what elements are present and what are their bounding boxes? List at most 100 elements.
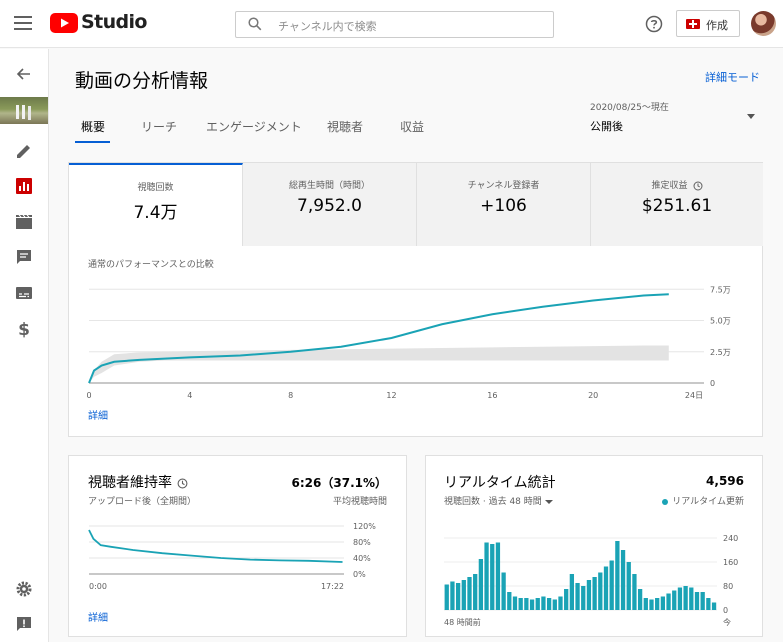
realtime-bar bbox=[473, 574, 478, 610]
y-tick-label: 160 bbox=[723, 558, 738, 567]
realtime-bar bbox=[592, 577, 597, 610]
create-video-icon bbox=[686, 19, 700, 29]
avatar[interactable] bbox=[751, 11, 776, 36]
realtime-bar bbox=[603, 566, 609, 610]
clock-icon bbox=[693, 181, 702, 190]
realtime-bar bbox=[677, 587, 683, 610]
metric-watch-time[interactable]: 総再生時間（時間） 7,952.0 bbox=[243, 163, 417, 246]
retention-chart: 0% 40% 80% 120% 0:00 17:22 bbox=[88, 522, 376, 591]
realtime-bar bbox=[632, 574, 637, 610]
youtube-logo-icon[interactable] bbox=[50, 13, 78, 33]
comments-icon[interactable] bbox=[14, 247, 34, 267]
date-range-text: 2020/08/25～現在 bbox=[590, 103, 669, 113]
metric-value: $251.61 bbox=[641, 196, 713, 216]
edit-pencil-icon[interactable] bbox=[14, 141, 34, 161]
metric-views[interactable]: 視聴回数 7.4万 bbox=[69, 163, 243, 246]
realtime-bar bbox=[529, 599, 535, 610]
realtime-bar bbox=[501, 572, 506, 610]
analytics-icon[interactable] bbox=[14, 176, 34, 196]
y-tick-label: 7.5万 bbox=[710, 285, 731, 294]
realtime-bar bbox=[478, 559, 484, 610]
realtime-bar-chart: 0 80 160 240 48 時間前 今 bbox=[444, 534, 738, 627]
settings-gear-icon[interactable] bbox=[14, 579, 34, 599]
tab-revenue[interactable]: 収益 bbox=[400, 118, 424, 135]
x-tick-label: 0 bbox=[86, 391, 91, 400]
realtime-bar bbox=[541, 596, 546, 610]
monetization-dollar-icon[interactable]: $ bbox=[14, 319, 34, 339]
retention-title: 視聴者維持率 bbox=[88, 475, 172, 491]
top-bar: Studio チャンネル内で検索 作成 bbox=[0, 0, 783, 48]
menu-icon[interactable] bbox=[14, 16, 32, 30]
metric-revenue[interactable]: 推定収益 $251.61 bbox=[591, 163, 763, 246]
realtime-bar bbox=[575, 583, 580, 610]
realtime-bar bbox=[552, 599, 557, 610]
page-title: 動画の分析情報 bbox=[75, 70, 209, 92]
retention-details-link[interactable]: 詳細 bbox=[88, 609, 108, 624]
x-tick-label: 24日 bbox=[685, 391, 703, 400]
x-tick-label: 48 時間前 bbox=[444, 617, 481, 627]
views-cumulative-chart: 0 2.5万 5.0万 7.5万 0 4 8 12 16 20 24日 bbox=[86, 285, 731, 400]
back-arrow-icon[interactable] bbox=[14, 64, 34, 84]
realtime-bar bbox=[637, 589, 643, 610]
help-icon[interactable] bbox=[645, 15, 663, 33]
y-tick-label: 0% bbox=[353, 570, 366, 579]
advanced-mode-link[interactable]: 詳細モード bbox=[705, 69, 760, 85]
metric-label: 視聴回数 bbox=[137, 183, 174, 193]
realtime-bar bbox=[643, 598, 648, 610]
realtime-bar bbox=[535, 598, 540, 610]
realtime-bar bbox=[666, 593, 671, 610]
realtime-value: 4,596 bbox=[706, 474, 744, 488]
metric-label: チャンネル登録者 bbox=[467, 181, 540, 191]
realtime-bar bbox=[700, 592, 705, 610]
y-tick-label: 40% bbox=[353, 554, 371, 563]
x-tick-label: 17:22 bbox=[321, 582, 344, 591]
tab-overview[interactable]: 概要 bbox=[81, 118, 105, 135]
realtime-bar bbox=[444, 584, 449, 610]
realtime-bar bbox=[581, 586, 586, 610]
search-icon bbox=[248, 17, 262, 31]
y-tick-label: 120% bbox=[353, 522, 376, 531]
y-tick-label: 240 bbox=[723, 534, 738, 543]
realtime-bar bbox=[524, 598, 529, 610]
realtime-bar bbox=[672, 590, 677, 610]
realtime-bar bbox=[495, 542, 501, 610]
video-thumbnail[interactable] bbox=[0, 97, 48, 124]
realtime-bar bbox=[706, 598, 711, 610]
realtime-bar bbox=[711, 602, 717, 610]
realtime-sub-right: リアルタイム更新 bbox=[672, 497, 744, 507]
metric-value: +106 bbox=[480, 196, 527, 216]
tab-reach[interactable]: リーチ bbox=[141, 118, 177, 135]
compare-label: 通常のパフォーマンスとの比較 bbox=[88, 260, 214, 270]
metric-label: 推定収益 bbox=[651, 181, 688, 191]
subtitles-icon[interactable] bbox=[14, 283, 34, 303]
search-field[interactable]: チャンネル内で検索 bbox=[235, 11, 554, 38]
realtime-bar bbox=[546, 598, 552, 610]
studio-logo-text[interactable]: Studio bbox=[81, 11, 147, 33]
realtime-bar bbox=[507, 592, 512, 610]
metric-value: 7.4万 bbox=[133, 203, 178, 223]
realtime-bar bbox=[683, 586, 688, 610]
realtime-card: リアルタイム統計 4,596 視聴回数 · 過去 48 時間 リアルタイム更新 … bbox=[425, 455, 763, 637]
realtime-sub-left: 視聴回数 · 過去 48 時間 bbox=[444, 497, 542, 507]
tab-audience[interactable]: 視聴者 bbox=[327, 118, 363, 135]
metric-subscribers[interactable]: チャンネル登録者 +106 bbox=[417, 163, 591, 246]
views-series-line bbox=[88, 293, 669, 384]
retention-sub-left: アップロード後（全期間） bbox=[88, 497, 197, 507]
realtime-period-dropdown[interactable]: 視聴回数 · 過去 48 時間 bbox=[444, 494, 553, 507]
realtime-bar bbox=[569, 574, 575, 610]
feedback-icon[interactable] bbox=[14, 614, 34, 634]
realtime-bar bbox=[461, 580, 466, 610]
create-button[interactable]: 作成 bbox=[676, 10, 740, 37]
tab-engagement[interactable]: エンゲージメント bbox=[206, 118, 302, 135]
editor-clapper-icon[interactable] bbox=[14, 212, 34, 232]
typical-performance-band bbox=[89, 345, 669, 383]
metric-label-row: 推定収益 bbox=[591, 178, 763, 191]
x-tick-label: 8 bbox=[288, 391, 293, 400]
date-range-value: 公開後 bbox=[590, 120, 623, 133]
overview-details-link[interactable]: 詳細 bbox=[88, 407, 108, 422]
y-tick-label: 0 bbox=[723, 606, 728, 615]
sidebar: $ bbox=[0, 49, 49, 642]
overview-card: 視聴回数 7.4万 総再生時間（時間） 7,952.0 チャンネル登録者 +10… bbox=[68, 162, 763, 437]
x-tick-label: 16 bbox=[487, 391, 497, 400]
search-placeholder: チャンネル内で検索 bbox=[278, 20, 377, 33]
